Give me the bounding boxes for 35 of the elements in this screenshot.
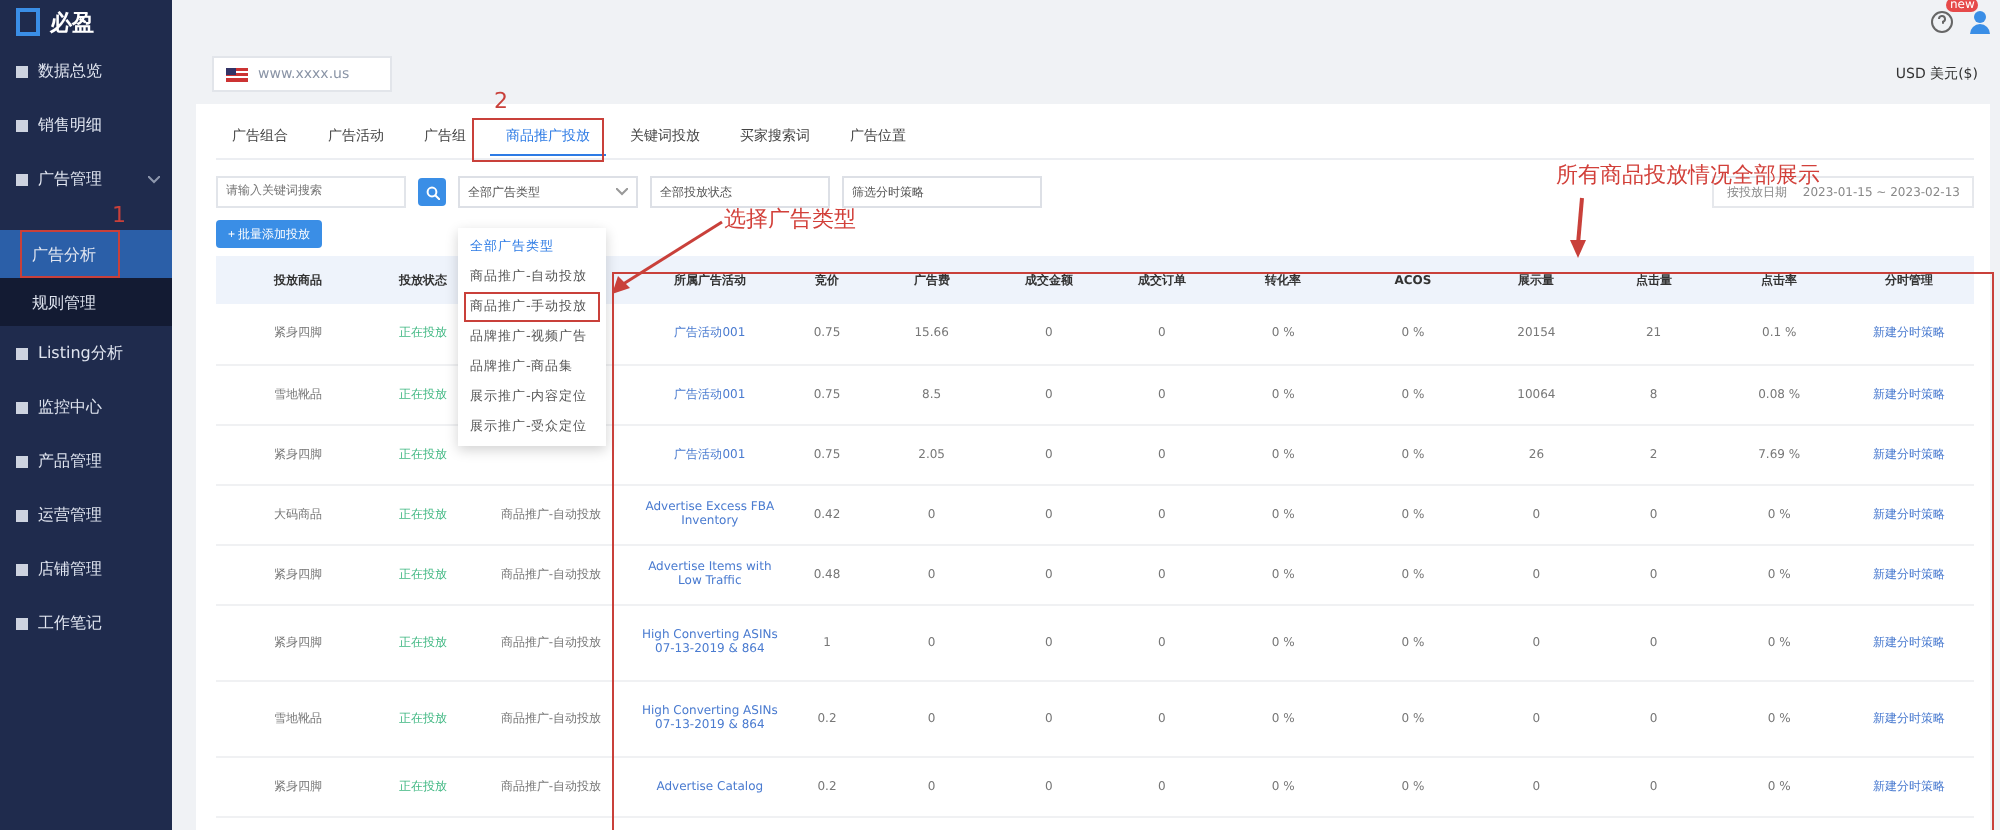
menu-square-icon (16, 347, 28, 359)
annotation-text: 选择广告类型 (724, 204, 856, 234)
step-number: 2 (494, 88, 508, 114)
search-icon (425, 185, 439, 199)
menu-square-icon (16, 563, 28, 575)
nav-item[interactable]: 监控中心 (0, 380, 172, 434)
nav-subitem[interactable]: 规则管理 (0, 278, 172, 326)
logo-text: 必盈 (50, 7, 94, 37)
search-button[interactable] (418, 178, 446, 206)
nav-item[interactable]: 产品管理 (0, 434, 172, 488)
nav-item[interactable]: 销售明细 (0, 98, 172, 152)
nav-item[interactable]: 广告管理 (0, 152, 172, 206)
menu-square-icon (16, 617, 28, 629)
user-icon[interactable] (1970, 10, 1990, 34)
annotation-frame (20, 230, 120, 278)
nav-subitem[interactable]: 广告分析 (0, 230, 172, 278)
nav-item[interactable]: 数据总览 (0, 44, 172, 98)
caret-icon (616, 188, 628, 196)
menu-square-icon (16, 173, 28, 185)
annotation-arrow (1568, 196, 1588, 260)
help-icon[interactable] (1930, 9, 1954, 33)
step-number: 1 (112, 202, 126, 228)
annotation-arrow (608, 220, 724, 296)
nav-item[interactable]: 运营管理 (0, 488, 172, 542)
menu-square-icon (16, 455, 28, 467)
menu-square-icon (16, 119, 28, 131)
logo-icon (16, 8, 40, 36)
annotation-frame (472, 118, 604, 162)
nav-item[interactable]: 店铺管理 (0, 542, 172, 596)
nav-item[interactable]: 工作笔记 (0, 596, 172, 650)
nav-item[interactable]: Listing分析 (0, 326, 172, 380)
menu-square-icon (16, 509, 28, 521)
menu-square-icon (16, 401, 28, 413)
menu-square-icon (16, 65, 28, 77)
us-flag-icon (226, 67, 248, 81)
